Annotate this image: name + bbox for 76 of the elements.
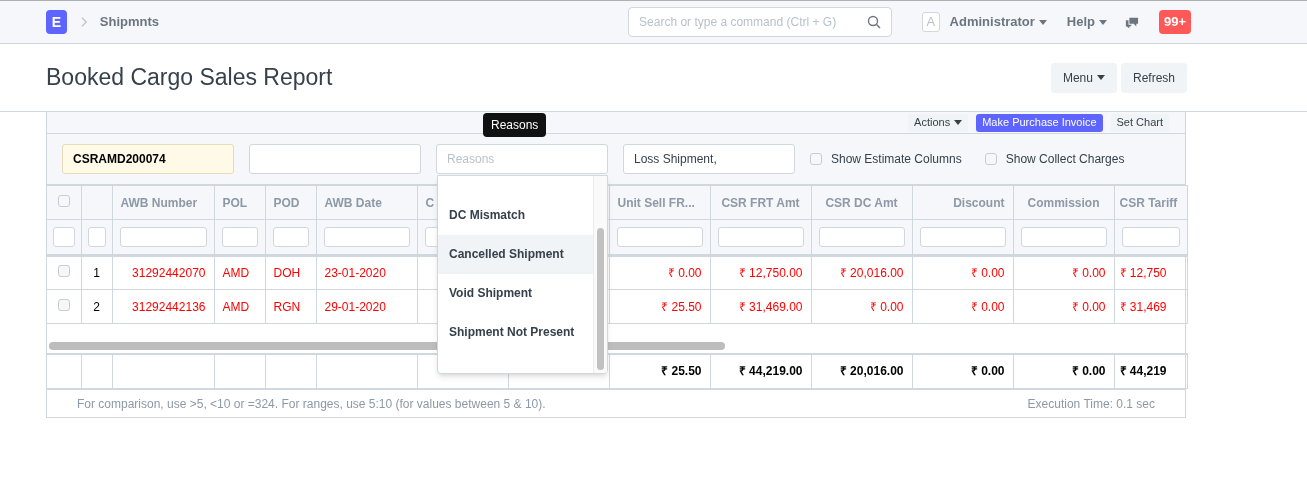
table-cell: ₹ 0.00 — [1071, 299, 1106, 314]
checkbox[interactable] — [984, 153, 997, 165]
search-field[interactable]: Search or type a command (Ctrl + G) — [628, 7, 892, 37]
column-filter-field[interactable] — [919, 227, 1006, 247]
filter-box[interactable] — [87, 227, 106, 247]
page-title: Booked Cargo Sales Report — [46, 63, 334, 93]
row-number: 1 — [93, 266, 100, 280]
table-cell: ₹ 25.50 — [661, 299, 702, 314]
tooltip: Reasons — [483, 113, 547, 137]
filter-field[interactable]: Reasons — [436, 144, 608, 174]
table-cell: DOH — [273, 266, 301, 280]
column-filter-field[interactable] — [221, 227, 258, 247]
table-cell: AMD — [222, 299, 250, 314]
select-all-checkbox[interactable] — [57, 194, 70, 207]
scrollbar-thumb[interactable] — [597, 228, 604, 370]
row-checkbox[interactable] — [57, 265, 70, 277]
checkbox-label: Show Estimate Columns — [831, 151, 962, 168]
table-cell: ₹ 31,469.00 — [738, 299, 803, 314]
total-cell: ₹ 44,219 — [1119, 364, 1167, 379]
toolbar-button[interactable]: Actions — [908, 113, 969, 132]
filter-hint: For comparison, use >5, <10 or =324. For ranges, use 5:10 (for values between 5 & 10). — [77, 395, 546, 413]
table-cell: 23-01-2020 — [324, 266, 386, 280]
caret-icon — [1038, 19, 1047, 25]
search-input[interactable]: Search or type a command (Ctrl + G) — [639, 13, 867, 31]
total-cell: ₹ 20,016.00 — [839, 364, 904, 379]
table-cell: ₹ 12,750 — [1119, 266, 1167, 280]
breadcrumb-link[interactable]: Shipmnts — [99, 12, 160, 32]
column-header[interactable]: C — [425, 195, 435, 210]
caret-icon — [954, 120, 963, 125]
table-cell: 31292442136 — [132, 299, 206, 314]
user-menu[interactable]: Administrator — [949, 12, 1047, 32]
notification-badge[interactable]: 99+ — [1158, 10, 1191, 34]
checkbox[interactable] — [810, 153, 822, 165]
column-filter-field[interactable] — [1121, 227, 1180, 247]
checkbox-label: Show Collect Charges — [1005, 151, 1125, 168]
column-filter-field[interactable] — [1020, 227, 1107, 247]
row-number: 2 — [93, 299, 100, 314]
dropdown-option[interactable]: Cancelled Shipment — [438, 235, 593, 274]
table-cell: ₹ 0.00 — [667, 266, 702, 280]
column-filter-field[interactable] — [717, 227, 804, 247]
app-logo[interactable]: E — [46, 10, 67, 34]
table-cell: ₹ 0.00 — [1071, 266, 1106, 280]
total-cell: ₹ 0.00 — [1071, 364, 1106, 379]
table-cell: 31292442070 — [132, 266, 206, 280]
page-action-button[interactable]: Menu — [1050, 62, 1117, 93]
execution-time: Execution Time: 0.1 sec — [1027, 395, 1155, 413]
column-filter-field[interactable] — [323, 227, 410, 247]
table-cell: ₹ 20,016.00 — [839, 266, 904, 280]
filter-field[interactable]: CSRAMD200074 — [62, 144, 234, 174]
column-filter-field[interactable] — [818, 227, 905, 247]
help-menu[interactable]: Help — [1066, 12, 1107, 32]
column-filter-field[interactable] — [616, 227, 703, 247]
search-icon — [866, 15, 881, 29]
column-filter-field[interactable] — [272, 227, 309, 247]
row-checkbox[interactable] — [57, 298, 70, 311]
table-cell: ₹ 12,750.00 — [738, 266, 803, 280]
chat-icon[interactable] — [1125, 15, 1139, 29]
table-cell: RGN — [273, 299, 301, 314]
chevron-right-icon — [80, 16, 88, 28]
toolbar-button[interactable]: Set Chart — [1110, 113, 1169, 132]
caret-icon — [1099, 19, 1107, 25]
total-cell: ₹ 25.50 — [661, 364, 702, 379]
table-cell: ₹ 0.00 — [970, 299, 1005, 314]
total-cell: ₹ 44,219.00 — [738, 364, 803, 379]
filter-field[interactable]: Loss Shipment, — [623, 144, 795, 174]
total-cell: ₹ 0.00 — [970, 364, 1005, 379]
table-cell: ₹ 0.00 — [970, 266, 1005, 280]
column-filter-field[interactable] — [119, 227, 207, 247]
page-action-button[interactable]: Refresh — [1120, 62, 1187, 93]
table-cell: ₹ 31,469 — [1119, 299, 1167, 314]
table-cell: AMD — [222, 266, 250, 280]
table-cell: 29-01-2020 — [324, 299, 386, 314]
filter-box[interactable] — [53, 227, 75, 247]
toolbar-button[interactable]: Make Purchase Invoice — [976, 113, 1103, 132]
filter-field[interactable] — [249, 144, 421, 174]
table-cell: ₹ 0.00 — [869, 299, 904, 314]
